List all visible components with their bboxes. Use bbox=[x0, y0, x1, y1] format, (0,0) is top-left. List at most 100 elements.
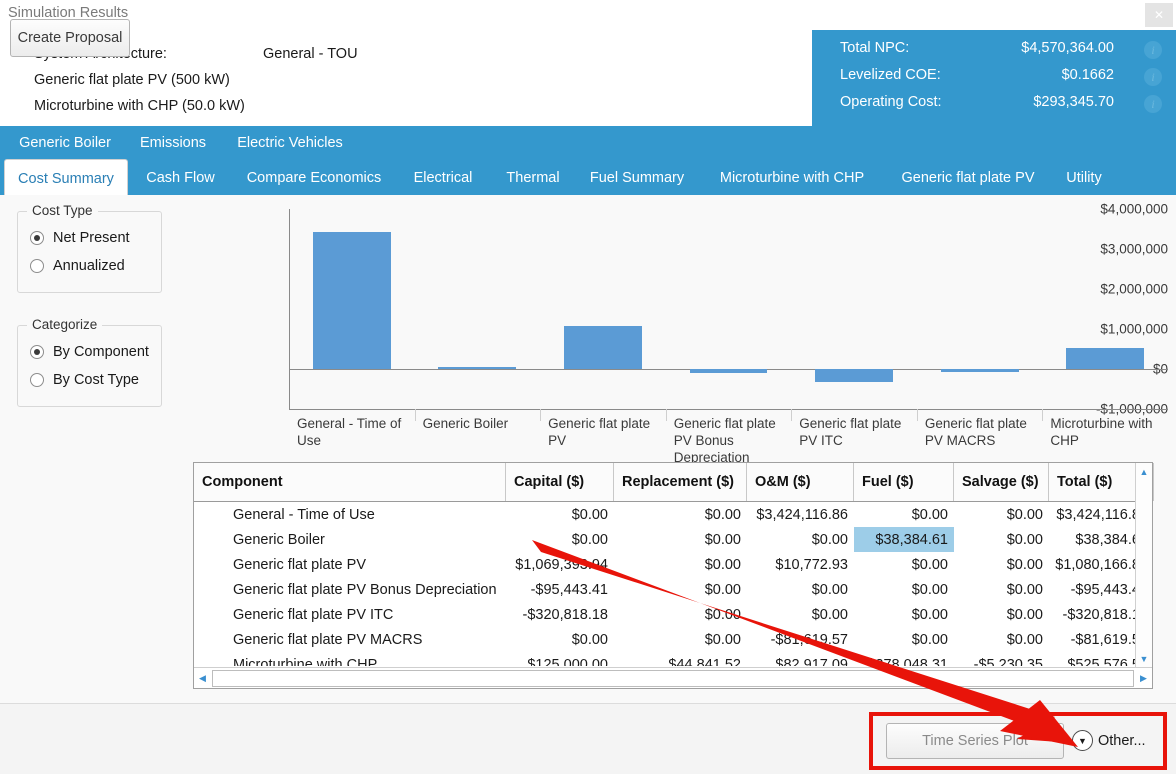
scroll-left-icon[interactable]: ◀ bbox=[194, 669, 211, 688]
close-icon[interactable]: ✕ bbox=[1145, 3, 1173, 27]
table-cell[interactable]: $0.00 bbox=[506, 502, 614, 527]
table-cell[interactable]: -$5,230.35 bbox=[954, 652, 1049, 666]
tab-generic-boiler[interactable]: Generic Boiler bbox=[6, 126, 124, 159]
table-cell[interactable]: $0.00 bbox=[854, 552, 954, 577]
table-cell[interactable]: $0.00 bbox=[614, 627, 747, 652]
info-icon[interactable]: i bbox=[1144, 68, 1162, 86]
scroll-track[interactable] bbox=[212, 670, 1134, 687]
table-cell[interactable]: Generic Boiler bbox=[194, 527, 506, 552]
table-cell[interactable]: Generic flat plate PV MACRS bbox=[194, 627, 506, 652]
table-row[interactable]: Microturbine with CHP$125,000.00$44,841.… bbox=[194, 652, 1152, 666]
table-cell[interactable]: $82,917.09 bbox=[747, 652, 854, 666]
table-cell[interactable]: $38,384.61 bbox=[854, 527, 954, 552]
table-cell[interactable]: $0.00 bbox=[954, 577, 1049, 602]
cost-type-group: Cost Type Net Present Annualized bbox=[17, 211, 162, 293]
radio-indicator bbox=[30, 231, 44, 245]
table-column-header[interactable]: Salvage ($) bbox=[954, 463, 1049, 501]
table-cell[interactable]: $0.00 bbox=[506, 527, 614, 552]
table-cell[interactable]: $0.00 bbox=[614, 552, 747, 577]
table-cell[interactable]: $0.00 bbox=[747, 527, 854, 552]
metric-value: $4,570,364.00 bbox=[1021, 40, 1114, 56]
table-cell[interactable]: $0.00 bbox=[954, 552, 1049, 577]
time-series-plot-button[interactable]: Time Series Plot bbox=[886, 723, 1064, 759]
info-icon[interactable]: i bbox=[1144, 41, 1162, 59]
tab-microturbine-with-chp[interactable]: Microturbine with CHP bbox=[702, 159, 882, 195]
table-cell[interactable]: $0.00 bbox=[954, 502, 1049, 527]
table-cell[interactable]: $0.00 bbox=[614, 602, 747, 627]
table-cell[interactable]: $0.00 bbox=[747, 577, 854, 602]
scroll-up-icon[interactable]: ▲ bbox=[1136, 463, 1152, 480]
architecture-component-pv: Generic flat plate PV (500 kW) bbox=[34, 72, 230, 88]
table-vertical-scrollbar[interactable]: ▲ ▼ bbox=[1135, 463, 1152, 667]
chart-category-separator bbox=[415, 409, 416, 421]
table-column-header[interactable]: Component bbox=[194, 463, 506, 501]
table-cell[interactable]: $0.00 bbox=[747, 602, 854, 627]
metric-name: Operating Cost: bbox=[840, 94, 942, 110]
table-cell[interactable]: Microturbine with CHP bbox=[194, 652, 506, 666]
table-cell[interactable]: -$320,818.18 bbox=[506, 602, 614, 627]
table-header-row: ComponentCapital ($)Replacement ($)O&M (… bbox=[194, 463, 1152, 502]
table-cell[interactable]: $278,048.31 bbox=[854, 652, 954, 666]
scroll-down-icon[interactable]: ▼ bbox=[1136, 650, 1152, 667]
table-cell[interactable]: $3,424,116.86 bbox=[747, 502, 854, 527]
table-cell[interactable]: $0.00 bbox=[854, 502, 954, 527]
table-cell[interactable]: $0.00 bbox=[506, 627, 614, 652]
tab-utility[interactable]: Utility bbox=[1053, 159, 1115, 195]
chart-category-separator bbox=[791, 409, 792, 421]
table-cell[interactable]: -$81,619.57 bbox=[747, 627, 854, 652]
table-cell[interactable]: $0.00 bbox=[954, 527, 1049, 552]
table-cell[interactable]: Generic flat plate PV ITC bbox=[194, 602, 506, 627]
table-cell[interactable]: $0.00 bbox=[954, 602, 1049, 627]
tab-electric-vehicles[interactable]: Electric Vehicles bbox=[226, 126, 354, 159]
create-proposal-button[interactable]: Create Proposal bbox=[10, 19, 130, 57]
chart-x-tick-label: Generic flat plate PV ITC bbox=[799, 415, 915, 449]
tab-compare-economics[interactable]: Compare Economics bbox=[234, 159, 394, 195]
tab-electrical[interactable]: Electrical bbox=[398, 159, 488, 195]
scroll-right-icon[interactable]: ▶ bbox=[1135, 669, 1152, 688]
table-column-header[interactable]: Replacement ($) bbox=[614, 463, 747, 501]
table-cell[interactable]: $1,069,393.94 bbox=[506, 552, 614, 577]
table-cell[interactable]: $0.00 bbox=[614, 502, 747, 527]
table-row[interactable]: Generic Boiler$0.00$0.00$0.00$38,384.61$… bbox=[194, 527, 1152, 552]
radio-net-present[interactable]: Net Present bbox=[30, 230, 130, 246]
radio-indicator bbox=[30, 345, 44, 359]
other-dropdown[interactable]: ▼ Other... bbox=[1072, 730, 1146, 751]
table-horizontal-scrollbar[interactable]: ◀ ▶ bbox=[194, 667, 1152, 688]
table-cell[interactable]: $0.00 bbox=[614, 527, 747, 552]
radio-by-cost-type[interactable]: By Cost Type bbox=[30, 372, 139, 388]
tab-generic-flat-plate-pv[interactable]: Generic flat plate PV bbox=[888, 159, 1048, 195]
architecture-component-microturbine: Microturbine with CHP (50.0 kW) bbox=[34, 98, 245, 114]
table-column-header[interactable]: Fuel ($) bbox=[854, 463, 954, 501]
tab-fuel-summary[interactable]: Fuel Summary bbox=[578, 159, 696, 195]
table-cell[interactable]: $0.00 bbox=[614, 577, 747, 602]
table-cell[interactable]: Generic flat plate PV Bonus Depreciation bbox=[194, 577, 506, 602]
tab-cash-flow[interactable]: Cash Flow bbox=[133, 159, 228, 195]
table-cell[interactable]: $0.00 bbox=[854, 577, 954, 602]
table-cell[interactable]: Generic flat plate PV bbox=[194, 552, 506, 577]
info-icon[interactable]: i bbox=[1144, 95, 1162, 113]
table-cell[interactable]: General - Time of Use bbox=[194, 502, 506, 527]
table-row[interactable]: Generic flat plate PV MACRS$0.00$0.00-$8… bbox=[194, 627, 1152, 652]
table-row[interactable]: Generic flat plate PV ITC-$320,818.18$0.… bbox=[194, 602, 1152, 627]
metric-value: $293,345.70 bbox=[1033, 94, 1114, 110]
table-cell[interactable]: $0.00 bbox=[854, 602, 954, 627]
table-cell[interactable]: $44,841.52 bbox=[614, 652, 747, 666]
table-cell[interactable]: -$95,443.41 bbox=[506, 577, 614, 602]
radio-by-component[interactable]: By Component bbox=[30, 344, 149, 360]
table-cell[interactable]: $10,772.93 bbox=[747, 552, 854, 577]
tab-cost-summary[interactable]: Cost Summary bbox=[4, 159, 128, 195]
radio-annualized[interactable]: Annualized bbox=[30, 258, 125, 274]
table-cell[interactable]: $0.00 bbox=[854, 627, 954, 652]
cost-summary-chart: $4,000,000$3,000,000$2,000,000$1,000,000… bbox=[193, 203, 1168, 443]
table-column-header[interactable]: O&M ($) bbox=[747, 463, 854, 501]
table-row[interactable]: Generic flat plate PV Bonus Depreciation… bbox=[194, 577, 1152, 602]
tab-thermal[interactable]: Thermal bbox=[493, 159, 573, 195]
table-row[interactable]: Generic flat plate PV$1,069,393.94$0.00$… bbox=[194, 552, 1152, 577]
table-column-header[interactable]: Capital ($) bbox=[506, 463, 614, 501]
table-cell[interactable]: $125,000.00 bbox=[506, 652, 614, 666]
table-cell[interactable]: $0.00 bbox=[954, 627, 1049, 652]
table-row[interactable]: General - Time of Use$0.00$0.00$3,424,11… bbox=[194, 502, 1152, 527]
tab-emissions[interactable]: Emissions bbox=[130, 126, 216, 159]
radio-label: Annualized bbox=[53, 258, 125, 274]
chevron-down-icon[interactable]: ▼ bbox=[1072, 730, 1093, 751]
